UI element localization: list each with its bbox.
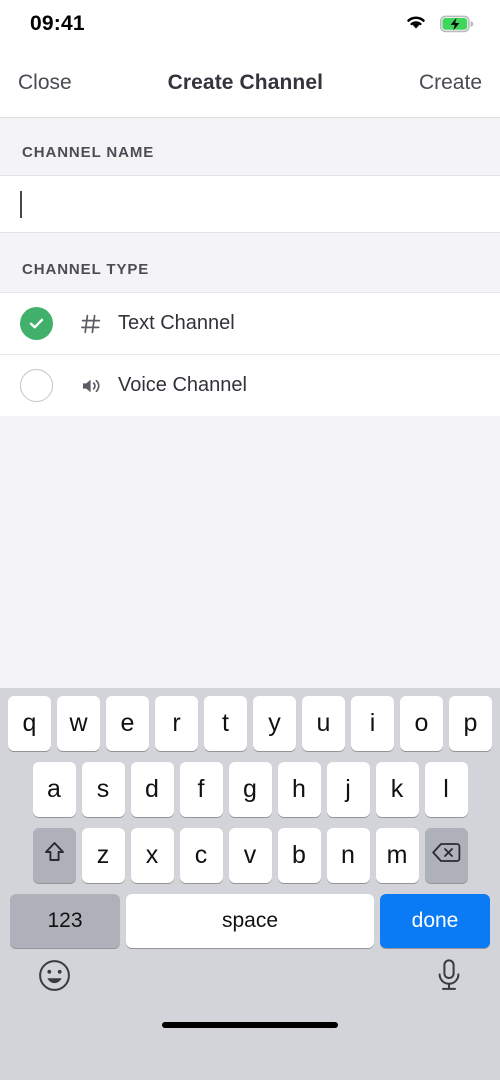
keyboard-row-2: a s d f g h j k l: [0, 762, 500, 817]
key-i[interactable]: i: [351, 696, 394, 751]
key-m[interactable]: m: [375, 828, 419, 883]
key-c[interactable]: c: [179, 828, 223, 883]
key-t[interactable]: t: [204, 696, 247, 751]
emoji-icon[interactable]: [36, 957, 73, 999]
key-x[interactable]: x: [130, 828, 174, 883]
microphone-icon[interactable]: [434, 957, 464, 999]
page-title: Create Channel: [167, 70, 324, 94]
navigation-bar: Close Create Channel Create: [0, 48, 500, 118]
key-n[interactable]: n: [326, 828, 370, 883]
space-key[interactable]: space: [126, 894, 374, 948]
shift-key[interactable]: [32, 828, 76, 883]
key-u[interactable]: u: [302, 696, 345, 751]
key-d[interactable]: d: [130, 762, 174, 817]
key-s[interactable]: s: [81, 762, 125, 817]
numbers-key[interactable]: 123: [10, 894, 120, 948]
keyboard-row-4: 123 space done: [0, 894, 500, 948]
done-key[interactable]: done: [380, 894, 490, 948]
option-voice-channel[interactable]: Voice Channel: [0, 354, 500, 416]
key-r[interactable]: r: [155, 696, 198, 751]
status-bar: 09:41: [0, 0, 500, 48]
key-p[interactable]: p: [449, 696, 492, 751]
key-j[interactable]: j: [326, 762, 370, 817]
channel-name-input[interactable]: [22, 193, 480, 215]
key-o[interactable]: o: [400, 696, 443, 751]
battery-charging-icon: [440, 15, 474, 33]
status-time: 09:41: [30, 12, 85, 35]
backspace-icon: [431, 841, 461, 871]
key-y[interactable]: y: [253, 696, 296, 751]
home-indicator-area: [0, 1008, 500, 1042]
option-text-channel[interactable]: Text Channel: [0, 292, 500, 354]
home-indicator[interactable]: [162, 1022, 338, 1028]
keyboard-row-3: z x c v b n m: [0, 828, 500, 883]
create-channel-screen: 09:41 Close Create Channel Create CHANNE…: [0, 0, 500, 1080]
key-h[interactable]: h: [277, 762, 321, 817]
keyboard-row-1: q w e r t y u i o p: [0, 696, 500, 751]
hash-icon: [76, 313, 106, 335]
key-v[interactable]: v: [228, 828, 272, 883]
key-b[interactable]: b: [277, 828, 321, 883]
keyboard-footer: [0, 948, 500, 1008]
option-label: Text Channel: [118, 312, 235, 334]
create-button[interactable]: Create: [419, 71, 482, 95]
shift-icon: [41, 839, 68, 873]
channel-type-section-header: CHANNEL TYPE: [0, 233, 500, 292]
status-indicators: [404, 13, 474, 36]
option-label: Voice Channel: [118, 374, 247, 396]
key-f[interactable]: f: [179, 762, 223, 817]
key-l[interactable]: l: [424, 762, 468, 817]
form-content: CHANNEL NAME CHANNEL TYPE Text Channel V…: [0, 118, 500, 688]
channel-name-field-row[interactable]: [0, 175, 500, 233]
key-a[interactable]: a: [32, 762, 76, 817]
speaker-icon: [76, 376, 106, 396]
key-e[interactable]: e: [106, 696, 149, 751]
radio-unselected-icon: [20, 369, 53, 402]
backspace-key[interactable]: [424, 828, 468, 883]
key-k[interactable]: k: [375, 762, 419, 817]
checkmark-icon: [20, 307, 53, 340]
key-w[interactable]: w: [57, 696, 100, 751]
key-z[interactable]: z: [81, 828, 125, 883]
key-q[interactable]: q: [8, 696, 51, 751]
empty-space: [0, 416, 500, 688]
channel-name-section-header: CHANNEL NAME: [0, 118, 500, 175]
key-g[interactable]: g: [228, 762, 272, 817]
wifi-icon: [404, 13, 428, 36]
close-button[interactable]: Close: [18, 71, 72, 95]
onscreen-keyboard: q w e r t y u i o p a s d f g h j k l z …: [0, 688, 500, 1080]
